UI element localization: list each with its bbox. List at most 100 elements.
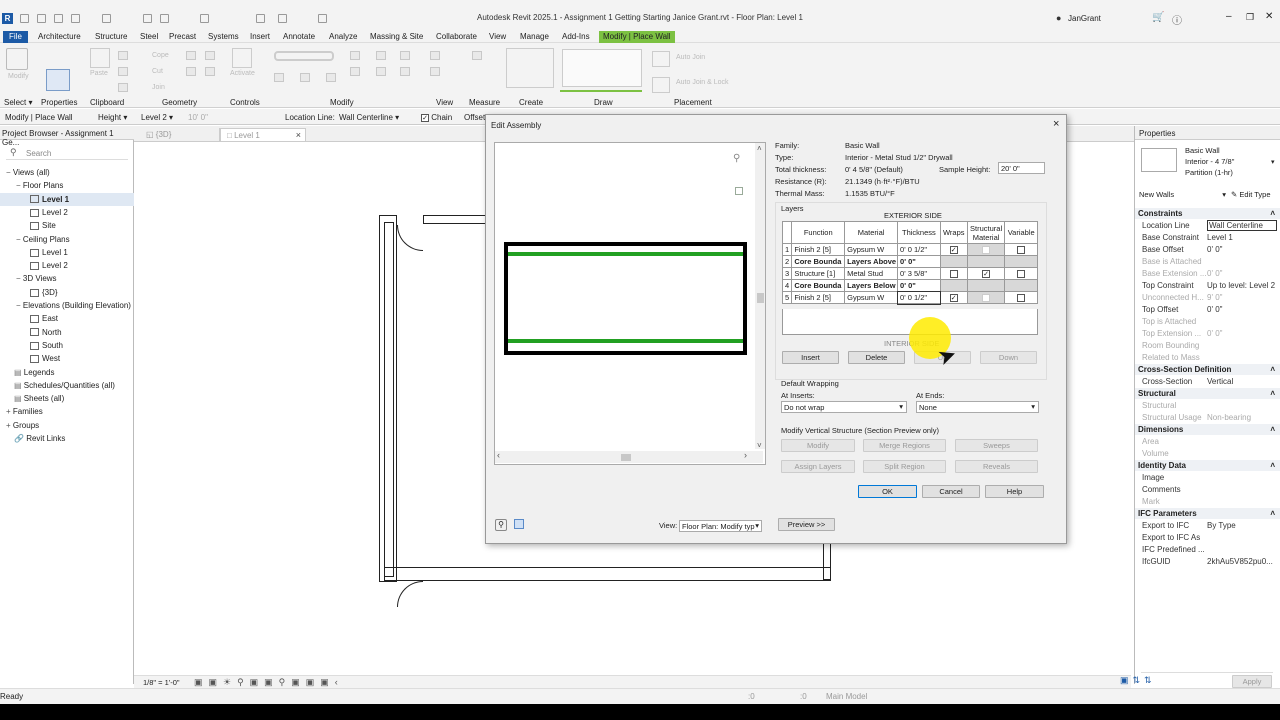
split-region-button[interactable]: Split Region bbox=[863, 460, 946, 473]
view-control-icons[interactable]: ▣▣☀⚲▣▣⚲▣▣▣‹ bbox=[194, 677, 344, 688]
type-dropdown-icon[interactable]: ▾ bbox=[1271, 158, 1275, 166]
layer-structural[interactable] bbox=[966, 243, 1006, 256]
property-row[interactable]: IFC Predefined ... bbox=[1135, 544, 1280, 556]
property-row[interactable]: Volume bbox=[1135, 448, 1280, 460]
properties-icon[interactable] bbox=[46, 69, 70, 91]
browser-item[interactable]: − Views (all) bbox=[0, 166, 134, 179]
structural-checkbox[interactable] bbox=[982, 246, 991, 254]
insert-button[interactable]: Insert bbox=[782, 351, 839, 364]
layer-thickness[interactable]: 0' 0" bbox=[897, 255, 941, 268]
location-line-dropdown[interactable]: Wall Centerline ▾ bbox=[339, 113, 399, 122]
help-icon[interactable]: ⓘ bbox=[1172, 12, 1182, 27]
property-row[interactable]: Top Extension ... 0' 0" bbox=[1135, 328, 1280, 340]
height-dropdown[interactable]: Height ▾ bbox=[98, 113, 127, 122]
browser-item[interactable]: Level 2 bbox=[0, 206, 134, 219]
status-z1[interactable]: :0 bbox=[748, 692, 755, 701]
property-row[interactable]: Structural Usage Non-bearing bbox=[1135, 412, 1280, 424]
modify-tool-icon[interactable] bbox=[6, 48, 28, 70]
help-button[interactable]: Help bbox=[985, 485, 1044, 498]
browser-item[interactable]: Site bbox=[0, 219, 134, 232]
assign-layers-button[interactable]: Assign Layers bbox=[781, 460, 855, 473]
property-row[interactable]: Cross-Section Vertical bbox=[1135, 376, 1280, 388]
tab-systems[interactable]: Systems bbox=[205, 31, 242, 43]
property-row[interactable]: Base Constraint Level 1 bbox=[1135, 232, 1280, 244]
layer-row[interactable]: 1 Finish 2 [5] Gypsum W 0' 0 1/2" ✓ bbox=[781, 243, 1038, 256]
property-value[interactable]: 0' 0" bbox=[1207, 304, 1277, 316]
structural-checkbox[interactable] bbox=[982, 294, 991, 302]
tab-massing-site[interactable]: Massing & Site bbox=[367, 31, 426, 43]
unpin-icon[interactable] bbox=[400, 67, 410, 76]
vscroll-thumb[interactable] bbox=[757, 293, 764, 303]
move-icon[interactable] bbox=[274, 73, 284, 82]
activate-icon[interactable] bbox=[232, 48, 252, 68]
wall-bottom[interactable] bbox=[384, 567, 831, 581]
browser-item[interactable]: − Ceiling Plans bbox=[0, 233, 134, 246]
browser-item[interactable]: Level 2 bbox=[0, 259, 134, 272]
property-row[interactable]: Export to IFC As bbox=[1135, 532, 1280, 544]
property-row[interactable]: Location Line Wall Centerline bbox=[1135, 220, 1280, 232]
browser-item[interactable]: ▤ Sheets (all) bbox=[0, 392, 134, 405]
wraps-checkbox[interactable] bbox=[949, 270, 958, 278]
down-button[interactable]: Down bbox=[980, 351, 1037, 364]
view-tool-icon-2[interactable] bbox=[430, 67, 440, 76]
scale-label[interactable]: 1/8" = 1'-0" bbox=[143, 678, 180, 687]
cart-icon[interactable]: 🛒 bbox=[1152, 12, 1164, 23]
property-value[interactable]: 0' 0" bbox=[1207, 244, 1277, 256]
property-row[interactable]: Structural bbox=[1135, 400, 1280, 412]
layer-thickness[interactable]: 0' 0 1/2" bbox=[897, 243, 941, 256]
tab-add-ins[interactable]: Add-Ins bbox=[559, 31, 593, 43]
wraps-checkbox[interactable]: ✓ bbox=[949, 294, 958, 302]
props-footer-icons[interactable]: ▣⇅⇅ bbox=[1120, 675, 1156, 686]
layer-wraps[interactable] bbox=[939, 267, 968, 280]
steering-wheel-icon[interactable] bbox=[514, 519, 524, 529]
property-row[interactable]: Top is Attached bbox=[1135, 316, 1280, 328]
scroll-right-icon[interactable]: › bbox=[744, 450, 747, 460]
apply-button[interactable]: Apply bbox=[1232, 675, 1272, 688]
measure-tool-icon[interactable] bbox=[472, 51, 482, 60]
layer-row[interactable]: 5 Finish 2 [5] Gypsum W 0' 0 1/2" ✓ bbox=[781, 290, 1038, 305]
tab-collaborate[interactable]: Collaborate bbox=[433, 31, 480, 43]
main-model[interactable]: Main Model bbox=[826, 692, 867, 701]
property-value[interactable]: Up to level: Level 2 bbox=[1207, 280, 1277, 292]
layer-structural[interactable]: ✓ bbox=[966, 267, 1006, 280]
at-ends-select[interactable]: None ▾ bbox=[916, 401, 1039, 413]
tab-precast[interactable]: Precast bbox=[166, 31, 199, 43]
at-inserts-select[interactable]: Do not wrap ▾ bbox=[781, 401, 907, 413]
layer-wraps[interactable]: ✓ bbox=[939, 291, 968, 304]
copy-icon[interactable] bbox=[118, 67, 128, 76]
browser-item[interactable]: ▤ Schedules/Quantities (all) bbox=[0, 379, 134, 392]
browser-item[interactable]: Level 1 bbox=[0, 246, 134, 259]
prop-type-rating[interactable]: Partition (1-hr) bbox=[1185, 168, 1233, 177]
sweeps-button[interactable]: Sweeps bbox=[955, 439, 1038, 452]
property-value[interactable]: Vertical bbox=[1207, 376, 1277, 388]
layer-row[interactable]: 2 Core Bounda Layers Above 0' 0" bbox=[781, 255, 1038, 268]
geometry-icon-1[interactable] bbox=[186, 51, 196, 60]
tab-structure[interactable]: Structure bbox=[92, 31, 130, 43]
view-select[interactable]: Floor Plan: Modify typ ▾ bbox=[679, 520, 762, 532]
pin-icon[interactable] bbox=[400, 51, 410, 60]
draw-tools-gallery[interactable] bbox=[562, 49, 642, 87]
chain-checkbox[interactable]: ✓ Chain bbox=[421, 113, 452, 122]
layer-material[interactable]: Layers Below bbox=[844, 279, 899, 292]
browser-item[interactable]: South bbox=[0, 339, 134, 352]
dialog-close-icon[interactable]: × bbox=[1053, 118, 1059, 130]
prop-group-header[interactable]: IFC Parameters ˄ bbox=[1135, 508, 1280, 519]
browser-item[interactable]: North bbox=[0, 326, 134, 339]
browser-search[interactable]: ⚲ Search bbox=[6, 146, 128, 160]
rotate-icon[interactable] bbox=[326, 73, 336, 82]
layer-material[interactable]: Layers Above bbox=[844, 255, 899, 268]
variable-checkbox[interactable] bbox=[1017, 270, 1026, 278]
mirror-icon[interactable] bbox=[350, 51, 360, 60]
height-value[interactable]: 10' 0" bbox=[188, 113, 208, 122]
property-row[interactable]: Room Bounding bbox=[1135, 340, 1280, 352]
auto-join-lock-icon[interactable] bbox=[652, 77, 670, 93]
browser-item[interactable]: {3D} bbox=[0, 286, 134, 299]
create-icon[interactable] bbox=[506, 48, 554, 88]
property-value[interactable]: Wall Centerline bbox=[1207, 220, 1277, 231]
reveals-button[interactable]: Reveals bbox=[955, 460, 1038, 473]
level-dropdown[interactable]: Level 2 ▾ bbox=[141, 113, 173, 122]
layer-wraps[interactable]: ✓ bbox=[939, 243, 968, 256]
scale-icon[interactable] bbox=[376, 67, 386, 76]
wraps-checkbox[interactable]: ✓ bbox=[949, 246, 958, 254]
browser-item[interactable]: Level 1 bbox=[0, 192, 134, 206]
